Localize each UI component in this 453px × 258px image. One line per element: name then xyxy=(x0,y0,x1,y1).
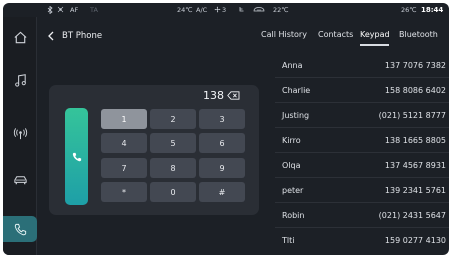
list-item[interactable]: peter 139 2341 5761 xyxy=(275,178,449,203)
list-item[interactable]: Charlie 158 8086 6402 xyxy=(275,78,449,103)
recirculation-icon xyxy=(253,6,265,15)
contact-number: 137 4567 8931 xyxy=(384,161,446,170)
status-bar: AF TA 24℃ A/C 3 22℃ 26℃ 18:44 xyxy=(3,3,449,17)
clock: 18:44 xyxy=(421,5,444,14)
list-item[interactable]: Kirro 138 1665 8805 xyxy=(275,128,449,153)
back-button[interactable]: BT Phone xyxy=(47,29,102,43)
key-7[interactable]: 7 xyxy=(101,158,147,178)
sidebar-item-home[interactable] xyxy=(7,24,33,50)
key-5[interactable]: 5 xyxy=(150,133,196,153)
ac-indicator: A/C xyxy=(196,6,208,14)
contact-number: (021) 5121 8777 xyxy=(378,111,446,120)
key-8[interactable]: 8 xyxy=(150,158,196,178)
list-item[interactable]: Robin (021) 2431 5647 xyxy=(275,203,449,228)
contact-name: Tlti xyxy=(282,236,295,245)
radio-icon xyxy=(13,127,27,139)
sidebar xyxy=(3,17,37,255)
signal-status-icon xyxy=(57,6,64,15)
list-item[interactable]: Olqa 137 4567 8931 xyxy=(275,153,449,178)
ta-indicator: TA xyxy=(90,6,98,14)
active-tab-indicator xyxy=(360,44,389,46)
contact-name: Olqa xyxy=(282,161,301,170)
key-star[interactable]: * xyxy=(101,182,147,202)
call-button[interactable] xyxy=(65,108,88,205)
list-item[interactable]: Justing (021) 5121 8777 xyxy=(275,103,449,128)
contact-name: Kirro xyxy=(282,136,301,145)
sidebar-item-music[interactable] xyxy=(7,67,33,93)
page-title: BT Phone xyxy=(62,31,103,41)
contact-name: Anna xyxy=(282,61,303,70)
keypad-panel: 138 1 2 3 4 5 6 7 8 9 * 0 # xyxy=(49,85,259,215)
contact-name: Robin xyxy=(282,211,305,220)
driver-temperature: 24℃ xyxy=(177,6,193,14)
sidebar-item-car[interactable] xyxy=(7,167,33,193)
seat-heat-icon xyxy=(238,6,245,15)
contact-number: 158 8086 6402 xyxy=(384,86,446,95)
outside-temperature: 26℃ xyxy=(401,6,417,14)
key-6[interactable]: 6 xyxy=(199,133,245,153)
music-icon xyxy=(14,73,26,87)
tab-contacts[interactable]: Contacts xyxy=(318,30,353,39)
list-item[interactable]: Anna 137 7076 7382 xyxy=(275,53,449,78)
contact-number: (021) 2431 5647 xyxy=(378,211,446,220)
chevron-left-icon xyxy=(48,31,54,41)
backspace-icon[interactable] xyxy=(227,91,240,100)
contact-number: 137 7076 7382 xyxy=(384,61,446,70)
key-2[interactable]: 2 xyxy=(150,109,196,129)
fan-level: 3 xyxy=(222,6,227,14)
list-item[interactable]: Tlti 159 0277 4130 xyxy=(275,228,449,253)
tab-keypad[interactable]: Keypad xyxy=(360,30,390,39)
key-0[interactable]: 0 xyxy=(150,182,196,202)
contact-number: 139 2341 5761 xyxy=(384,186,446,195)
phone-icon xyxy=(14,223,26,235)
af-indicator: AF xyxy=(70,6,79,14)
car-icon xyxy=(13,175,27,184)
key-9[interactable]: 9 xyxy=(199,158,245,178)
bluetooth-status-icon xyxy=(47,5,53,16)
sidebar-item-phone[interactable] xyxy=(3,216,37,242)
tab-bluetooth[interactable]: Bluetooth xyxy=(399,30,438,39)
contact-name: Charlie xyxy=(282,86,311,95)
contact-number: 138 1665 8805 xyxy=(384,136,446,145)
dialed-number: 138 xyxy=(203,89,224,102)
contact-number: 159 0277 4130 xyxy=(384,236,446,245)
dial-display: 138 xyxy=(203,89,240,102)
passenger-temperature: 22℃ xyxy=(273,6,289,14)
key-3[interactable]: 3 xyxy=(199,109,245,129)
contact-name: peter xyxy=(282,186,304,195)
fan-icon xyxy=(214,6,221,15)
home-icon xyxy=(13,31,27,43)
key-4[interactable]: 4 xyxy=(101,133,147,153)
phone-icon xyxy=(72,152,81,161)
key-hash[interactable]: # xyxy=(199,182,245,202)
tab-call-history[interactable]: Call History xyxy=(261,30,307,39)
key-1[interactable]: 1 xyxy=(101,109,147,129)
sidebar-item-radio[interactable] xyxy=(7,120,33,146)
car-infotainment-screen: AF TA 24℃ A/C 3 22℃ 26℃ 18:44 BT Phone C… xyxy=(3,3,449,255)
contact-name: Justing xyxy=(282,111,310,120)
